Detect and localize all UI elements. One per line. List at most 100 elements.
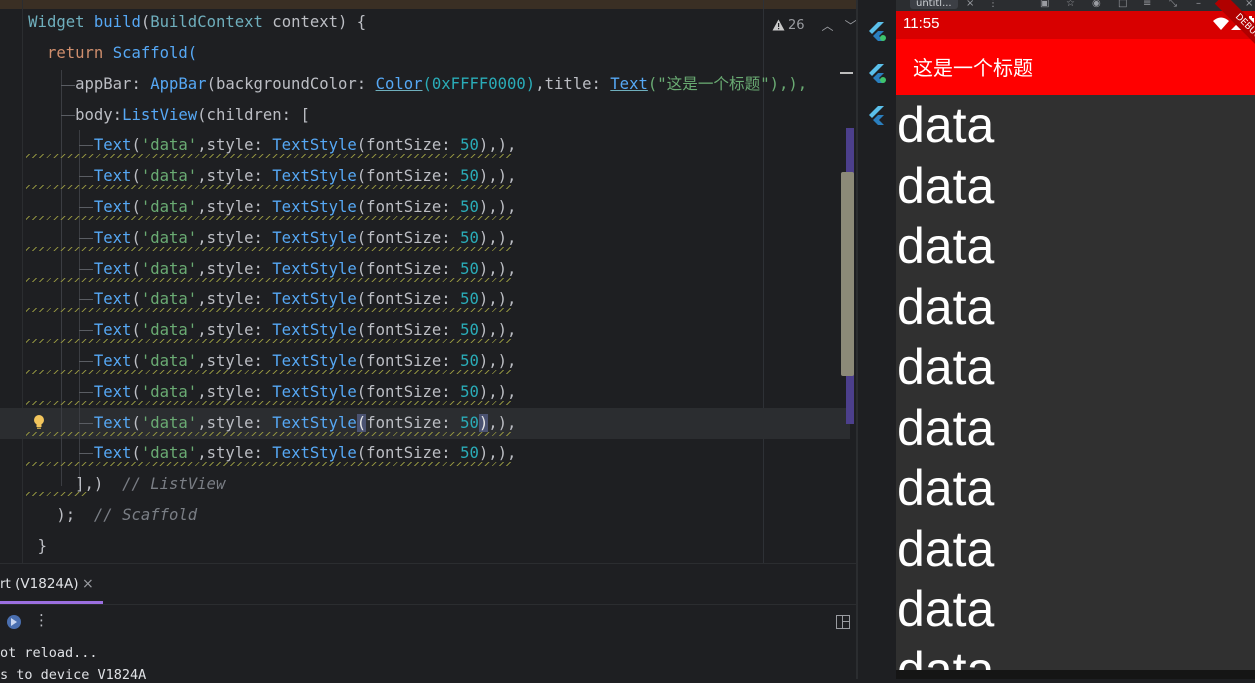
- devtools-icon[interactable]: [6, 614, 22, 630]
- text-call: Text: [93, 290, 132, 308]
- chevron-up-icon[interactable]: ︿: [822, 17, 834, 34]
- fontsize-prop: (fontSize:: [356, 352, 461, 370]
- item-string: ('data': [131, 167, 198, 185]
- style-prop: ,style:: [197, 383, 273, 401]
- scaffold-call: Scaffold(: [112, 44, 198, 62]
- textstyle-call: TextStyle: [272, 321, 357, 339]
- wifi-icon: [1213, 17, 1229, 30]
- more-options-icon[interactable]: ⋮: [988, 0, 998, 9]
- textstyle-call: TextStyle: [272, 136, 357, 154]
- code-line-appbar[interactable]: appBar: AppBar(backgroundColor: Color(0x…: [0, 69, 807, 100]
- fontsize-prop: (fontSize:: [356, 383, 461, 401]
- close-scaffold: );: [56, 506, 76, 524]
- tree-connector: [79, 299, 93, 300]
- list-item: data: [897, 339, 995, 395]
- item-string: ('data': [131, 198, 198, 216]
- list-item: data: [897, 581, 995, 637]
- close-icon[interactable]: ×: [82, 573, 94, 595]
- code-line-return[interactable]: return Scaffold(: [0, 38, 197, 69]
- list-item: data: [897, 97, 995, 153]
- run-tab-label[interactable]: rt (V1824A): [0, 573, 79, 595]
- list-item: data: [897, 278, 995, 335]
- inspection-widget[interactable]: 26 ︿ ﹀: [772, 14, 856, 36]
- code-editor[interactable]: Widget build(BuildContext context) { ret…: [0, 0, 856, 563]
- text-call: Text: [93, 229, 132, 247]
- flutter-icon[interactable]: [866, 62, 888, 84]
- menu-icon[interactable]: ≡: [1143, 0, 1151, 9]
- list-view[interactable]: data data data data data data data data data data: [896, 95, 1255, 670]
- warning-count: 26: [788, 17, 805, 33]
- close-window-icon[interactable]: ×: [1245, 0, 1253, 9]
- list-item: data: [897, 157, 995, 214]
- textstyle-call: TextStyle: [272, 229, 357, 247]
- fontsize-prop: (fontSize:: [356, 260, 461, 278]
- more-options-icon[interactable]: ⋮: [34, 611, 49, 629]
- layout-icon[interactable]: [836, 615, 850, 629]
- style-prop: ,style:: [197, 414, 273, 432]
- extension-icon[interactable]: ▣: [1040, 0, 1049, 9]
- color-value: (0xFFFF0000): [422, 75, 536, 93]
- textstyle-call: TextStyle: [272, 167, 357, 185]
- close-list: ],): [75, 475, 104, 493]
- chevron-down-icon[interactable]: ﹀: [845, 17, 856, 34]
- flutter-icon[interactable]: [866, 104, 888, 126]
- list-item: data: [897, 641, 995, 671]
- style-prop: ,style:: [197, 167, 273, 185]
- children-prop: (children: [: [197, 106, 310, 124]
- code-line-body[interactable]: body:ListView(children: [: [0, 100, 310, 131]
- fontsize-prop: (fontSize:: [356, 167, 461, 185]
- status-time: 11:55: [903, 15, 940, 32]
- close-icon[interactable]: ×: [966, 0, 974, 9]
- warning-squiggle: [26, 247, 512, 251]
- fontsize-prop: (fontSize:: [356, 414, 461, 432]
- fontsize-prop: (fontSize:: [356, 290, 461, 308]
- warning-squiggle: [26, 308, 512, 312]
- appbar-class: AppBar: [150, 75, 207, 93]
- close-brace: }: [37, 537, 47, 555]
- warning-squiggle: [26, 339, 512, 343]
- text-call: Text: [93, 383, 132, 401]
- flutter-icon[interactable]: [866, 20, 888, 42]
- text-call: Text: [93, 260, 132, 278]
- fontsize-prop: (fontSize:: [356, 321, 461, 339]
- code-line-close-brace[interactable]: }: [0, 531, 47, 562]
- tree-connector: [79, 207, 93, 208]
- item-string: ('data': [131, 352, 198, 370]
- style-prop: ,style:: [197, 321, 273, 339]
- resize-icon[interactable]: ⤡: [1169, 0, 1177, 9]
- scrollbar-thumb[interactable]: [841, 172, 854, 376]
- text-call: Text: [93, 167, 132, 185]
- account-icon[interactable]: ◉: [1092, 0, 1101, 9]
- navigation-bar: [896, 670, 1255, 679]
- warning-triangle-icon: [772, 19, 785, 31]
- app-bar-title: 这是一个标题: [913, 56, 1033, 80]
- item-string: ('data': [131, 136, 198, 154]
- text-call: Text: [93, 136, 132, 154]
- warning-squiggle: [26, 185, 512, 189]
- window-tab[interactable]: untitl...: [910, 0, 958, 9]
- style-prop: ,style:: [197, 229, 273, 247]
- textstyle-call: TextStyle: [272, 444, 357, 462]
- text-call: Text: [93, 414, 132, 432]
- tree-connector: [79, 453, 93, 454]
- listview-comment: // ListView: [122, 475, 226, 493]
- warning-squiggle: [26, 462, 512, 466]
- textstyle-call: TextStyle: [272, 290, 357, 308]
- body-prop: body:: [75, 106, 123, 124]
- textstyle-call: TextStyle: [272, 260, 357, 278]
- item-string: ('data': [131, 414, 198, 432]
- code-line-build[interactable]: Widget build(BuildContext context) {: [0, 7, 366, 38]
- tree-connector: [79, 269, 93, 270]
- tab-separator: [0, 604, 856, 605]
- minimize-icon[interactable]: –: [1196, 0, 1201, 9]
- text-class: Text: [610, 75, 648, 93]
- code-line-close-scaffold[interactable]: ); // Scaffold: [0, 500, 197, 531]
- item-string: ('data': [131, 321, 198, 339]
- bg-prop: (backgroundColor:: [206, 75, 376, 93]
- bookmark-icon[interactable]: ☆: [1066, 0, 1075, 9]
- tree-connector: [79, 392, 93, 393]
- warning-squiggle: [26, 216, 512, 220]
- fontsize-prop: (fontSize:: [356, 136, 461, 154]
- lightbulb-icon[interactable]: [33, 414, 45, 430]
- window-icon[interactable]: □: [1118, 0, 1127, 9]
